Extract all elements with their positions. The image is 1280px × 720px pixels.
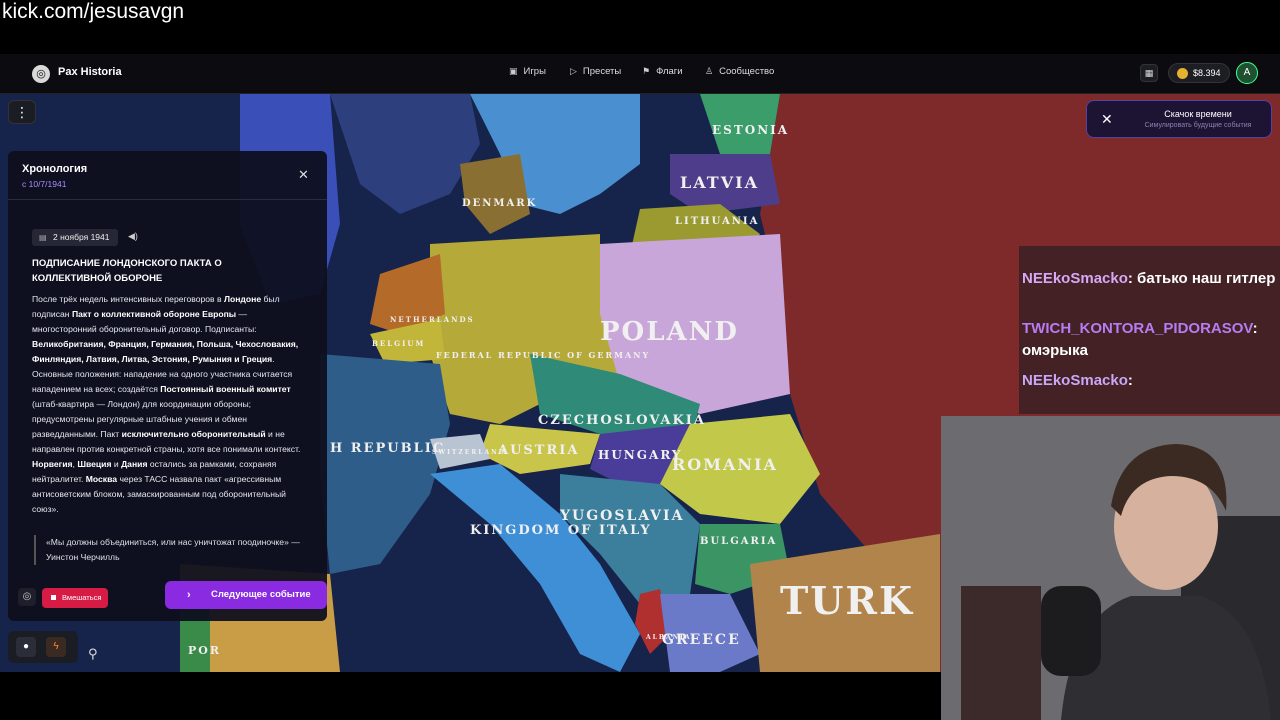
time-skip-subtitle: Симулировать будущие события xyxy=(1144,122,1252,129)
top-navigation-bar: ◎ Pax Historia ▣ Игры ▷ Пресеты ⚑ Флаги … xyxy=(0,54,1280,94)
nav-community-label: Сообщество xyxy=(719,66,775,77)
nav-community[interactable]: ♙ Сообщество xyxy=(705,66,774,77)
event-text-bold: Швеция xyxy=(77,459,112,469)
event-quote: «Мы должны объединиться, или нас уничтож… xyxy=(34,535,304,565)
next-event-label: Следующее событие xyxy=(211,589,311,600)
chat-username: TWICH_KONTORA_PIDORASOV xyxy=(1022,320,1253,337)
gift-icon[interactable]: ▦ xyxy=(1140,64,1158,82)
calendar-icon: ▤ xyxy=(39,233,47,242)
time-skip-title: Скачок времени xyxy=(1164,109,1232,119)
timeline-close-icon[interactable]: ✕ xyxy=(298,167,309,183)
coin-icon xyxy=(1177,68,1188,79)
label-italy: KINGDOM OF ITALY xyxy=(470,523,652,538)
label-yugoslavia: YUGOSLAVIA xyxy=(559,508,684,524)
pax-historia-logo-icon[interactable]: ◎ xyxy=(32,65,50,83)
event-text-bold: Москва xyxy=(85,474,118,484)
chat-message: TWICH_KONTORA_PIDORASOV: омэрыка xyxy=(1022,318,1280,362)
label-bulgaria: BULGARIA xyxy=(700,536,777,547)
chat-username: NEEkoSmacko xyxy=(1022,270,1128,287)
event-text-bold: Лондоне xyxy=(223,294,262,304)
intervene-button[interactable]: Вмешаться xyxy=(42,588,108,608)
background-object xyxy=(961,586,1041,720)
nav-flags[interactable]: ⚑ Флаги xyxy=(642,66,683,77)
event-text-bold: Великобритания, Франция, Германия, Польш… xyxy=(32,339,299,364)
event-text-bold: Норвегия xyxy=(32,459,73,469)
label-denmark: DENMARK xyxy=(462,198,537,209)
brand-name[interactable]: Pax Historia xyxy=(58,66,122,78)
search-icon[interactable]: ⚲ xyxy=(88,646,98,662)
divider xyxy=(8,199,327,200)
label-germany: FEDERAL REPUBLIC OF GERMANY xyxy=(436,350,650,360)
chat-message: NEEkoSmacko: xyxy=(1022,370,1133,392)
intervene-label: Вмешаться xyxy=(62,593,102,602)
next-event-button[interactable]: › Следующее событие xyxy=(165,581,327,609)
label-czechoslovakia: CZECHOSLOVAKIA xyxy=(538,413,706,428)
label-turkey: TURK xyxy=(780,578,914,623)
label-latvia: LATVIA xyxy=(680,173,759,192)
timeline-title: Хронология xyxy=(22,163,88,175)
play-icon: ▷ xyxy=(570,66,577,76)
lightning-icon[interactable]: ϟ xyxy=(46,637,66,657)
chat-message: NEEkoSmacko: батько наш гитлер xyxy=(1022,268,1275,290)
chat-username: NEEkoSmacko xyxy=(1022,372,1128,389)
label-estonia: ESTONIA xyxy=(712,123,789,137)
balance-value: $8.394 xyxy=(1193,68,1221,78)
webcam-feed xyxy=(941,416,1280,720)
event-text-bold: исключительно оборонительный xyxy=(121,429,266,439)
vertical-dots-icon: ⋮ xyxy=(15,104,29,120)
event-title: ПОДПИСАНИЕ ЛОНДОНСКОГО ПАКТА О КОЛЛЕКТИВ… xyxy=(32,258,222,284)
more-menu-button[interactable]: ⋮ xyxy=(8,100,36,124)
label-belgium: BELGIUM xyxy=(372,339,425,348)
chat-text: : xyxy=(1127,372,1133,389)
flag-icon: ⚑ xyxy=(642,66,651,76)
event-text-bold: Постоянный военный комитет xyxy=(160,384,291,394)
stop-square-icon xyxy=(51,595,56,600)
label-poland: POLAND xyxy=(600,317,739,347)
stream-chat-overlay: NEEkoSmacko: батько наш гитлер TWICH_KON… xyxy=(1019,246,1280,414)
label-france: H REPUBLIC xyxy=(330,441,445,456)
event-text-bold: Пакт о коллективной обороне Европы xyxy=(71,309,237,319)
event-date-chip: ▤ 2 ноября 1941 xyxy=(32,229,118,246)
user-avatar[interactable]: A xyxy=(1236,62,1258,84)
nav-presets[interactable]: ▷ Пресеты xyxy=(570,66,621,77)
speaker-icon[interactable]: ◀) xyxy=(128,231,138,242)
event-text: и xyxy=(111,459,122,469)
nav-games[interactable]: ▣ Игры xyxy=(509,66,546,77)
time-skip-panel[interactable]: ✕ Скачок времени Симулировать будущие со… xyxy=(1086,100,1272,138)
chevron-right-icon: › xyxy=(187,589,191,601)
nav-flags-label: Флаги xyxy=(656,66,683,77)
microphone xyxy=(1041,586,1101,676)
stream-url: kick.com/jesusavgn xyxy=(2,0,185,23)
event-text: После трёх недель интенсивных переговоро… xyxy=(32,294,224,304)
close-icon[interactable]: ✕ xyxy=(1101,111,1113,128)
event-description: После трёх недель интенсивных переговоро… xyxy=(32,292,307,517)
nav-presets-label: Пресеты xyxy=(582,66,622,77)
timeline-panel: Хронология с 10/7/1941 ✕ ▤ 2 ноября 1941… xyxy=(8,151,327,621)
gamepad-icon: ▣ xyxy=(509,66,518,76)
chat-bubble-icon[interactable]: ● xyxy=(16,637,36,657)
streamer-webcam xyxy=(941,416,1280,720)
label-hungary: HUNGARY xyxy=(598,448,683,462)
label-lithuania: LITHUANIA xyxy=(675,216,759,227)
label-greece: GREECE xyxy=(662,632,741,648)
label-netherlands: NETHERLANDS xyxy=(390,315,475,324)
stream-url-bar: kick.com/jesusavgn xyxy=(0,0,1280,54)
chat-text: : батько наш гитлер xyxy=(1127,270,1276,287)
target-icon[interactable]: ◎ xyxy=(18,588,36,606)
balance-badge[interactable]: $8.394 xyxy=(1168,63,1230,83)
nav-games-label: Игры xyxy=(523,66,546,77)
bottom-toolbar: ● ϟ xyxy=(8,631,78,663)
label-portugal: POR xyxy=(188,644,221,657)
label-austria: AUSTRIA xyxy=(497,443,579,458)
timeline-since-date: с 10/7/1941 xyxy=(22,179,67,189)
label-romania: ROMANIA xyxy=(672,455,778,474)
event-text-bold: Дания xyxy=(121,459,148,469)
users-icon: ♙ xyxy=(705,66,714,76)
event-date: 2 ноября 1941 xyxy=(53,232,110,242)
